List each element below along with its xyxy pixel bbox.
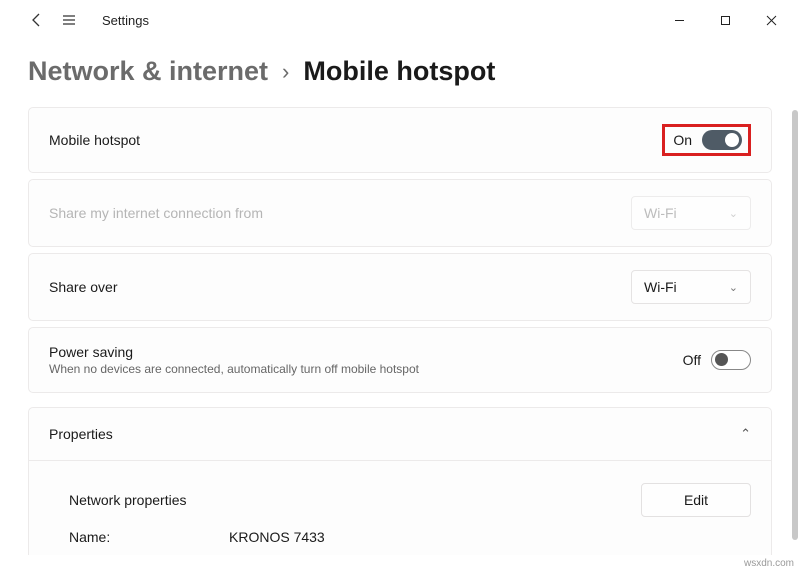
network-properties-label: Network properties — [69, 492, 187, 508]
hotspot-toggle-label: On — [673, 132, 692, 148]
hotspot-label: Mobile hotspot — [49, 132, 140, 148]
chevron-down-icon: ⌄ — [729, 207, 738, 220]
power-saving-toggle[interactable] — [711, 350, 751, 370]
close-button[interactable] — [748, 0, 794, 40]
power-saving-toggle-label: Off — [683, 352, 701, 368]
share-from-row: Share my internet connection from Wi-Fi … — [28, 179, 772, 247]
page-title: Mobile hotspot — [303, 56, 495, 87]
back-icon[interactable] — [28, 11, 46, 29]
app-title: Settings — [102, 13, 149, 28]
hotspot-toggle[interactable] — [702, 130, 742, 150]
hotspot-row: Mobile hotspot On — [28, 107, 772, 173]
share-over-label: Share over — [49, 279, 117, 295]
power-saving-sub: When no devices are connected, automatic… — [49, 362, 683, 376]
share-over-row: Share over Wi-Fi ⌄ — [28, 253, 772, 321]
name-value: KRONOS 7433 — [229, 529, 325, 545]
menu-icon[interactable] — [60, 11, 78, 29]
name-label: Name: — [69, 529, 229, 545]
hotspot-toggle-highlight: On — [662, 124, 751, 156]
properties-body: Network properties Edit Name: KRONOS 743… — [28, 461, 772, 555]
power-saving-row: Power saving When no devices are connect… — [28, 327, 772, 393]
properties-header[interactable]: Properties ⌃ — [28, 407, 772, 461]
share-over-value: Wi-Fi — [644, 279, 677, 295]
properties-title: Properties — [49, 426, 113, 442]
watermark: wsxdn.com — [744, 558, 794, 569]
share-from-value: Wi-Fi — [644, 205, 677, 221]
maximize-button[interactable] — [702, 0, 748, 40]
power-saving-label: Power saving — [49, 344, 683, 360]
minimize-button[interactable] — [656, 0, 702, 40]
chevron-up-icon: ⌃ — [740, 426, 751, 442]
chevron-right-icon: › — [282, 59, 289, 85]
edit-button[interactable]: Edit — [641, 483, 751, 517]
chevron-down-icon: ⌄ — [729, 281, 738, 294]
breadcrumb-parent[interactable]: Network & internet — [28, 56, 268, 87]
share-over-dropdown[interactable]: Wi-Fi ⌄ — [631, 270, 751, 304]
breadcrumb: Network & internet › Mobile hotspot — [0, 40, 800, 107]
share-from-label: Share my internet connection from — [49, 205, 263, 221]
scrollbar[interactable] — [792, 110, 798, 540]
share-from-dropdown: Wi-Fi ⌄ — [631, 196, 751, 230]
